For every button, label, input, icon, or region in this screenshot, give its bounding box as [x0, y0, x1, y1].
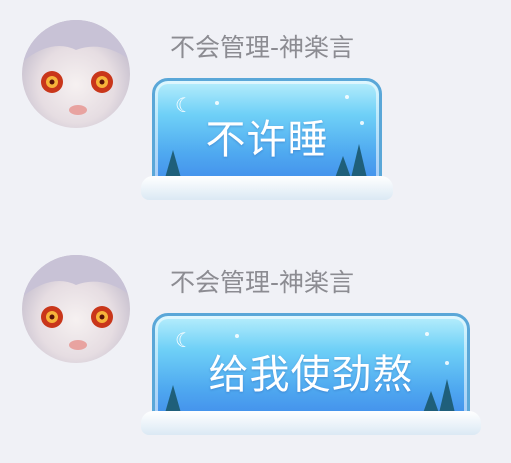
anime-girl-avatar-icon: [22, 20, 130, 115]
snowflake-icon: [215, 101, 219, 105]
snowflake-icon: [235, 334, 239, 338]
snow-decoration: [141, 411, 481, 435]
snow-decoration: [141, 176, 393, 200]
sender-name: 不会管理-神楽言: [170, 268, 355, 297]
avatar[interactable]: [22, 20, 130, 128]
snowflake-icon: [345, 95, 349, 99]
message-bubble[interactable]: ☾ 给我使劲熬: [141, 313, 481, 435]
sender-name: 不会管理-神楽言: [170, 33, 355, 62]
message-bubble[interactable]: ☾ 不许睡: [141, 78, 393, 200]
snowflake-icon: [425, 332, 429, 336]
message-text: 给我使劲熬: [208, 352, 414, 398]
anime-girl-avatar-icon: [22, 255, 130, 350]
message-text: 不许睡: [205, 117, 329, 163]
avatar[interactable]: [22, 255, 130, 363]
